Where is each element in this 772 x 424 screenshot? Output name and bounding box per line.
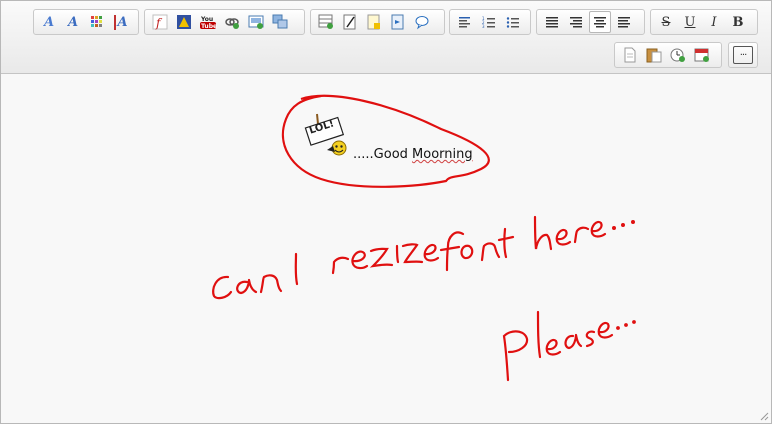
svg-text:Tube: Tube <box>201 23 217 30</box>
flash-icon[interactable]: f <box>149 11 171 33</box>
italic-button[interactable]: I <box>703 11 725 33</box>
media-tools-group: f You Tube <box>144 9 305 35</box>
align-left-icon[interactable] <box>454 11 476 33</box>
svg-text:3: 3 <box>482 24 485 29</box>
greeting-text: .....Good Moorning <box>353 147 473 162</box>
handwriting-line-1 <box>212 215 635 300</box>
table-icon[interactable] <box>315 11 337 33</box>
more-label: ··· <box>739 49 747 61</box>
edit-icon[interactable] <box>339 11 361 33</box>
list-tools-group: 123 <box>449 9 531 35</box>
paste-icon[interactable] <box>643 44 665 66</box>
note-icon[interactable] <box>363 11 385 33</box>
underline-label: U <box>684 14 696 30</box>
handwriting-overlay <box>212 94 769 421</box>
calendar-icon[interactable] <box>691 44 713 66</box>
justify-icon[interactable] <box>541 11 563 33</box>
unordered-list-icon[interactable] <box>502 11 524 33</box>
greeting-prefix: .....Good <box>353 147 413 162</box>
handwriting-line-2 <box>502 310 636 382</box>
clock-icon[interactable] <box>667 44 689 66</box>
font-style-icon[interactable]: A <box>62 11 84 33</box>
quote-icon[interactable] <box>387 11 409 33</box>
font-tools-group: A A A <box>33 9 139 35</box>
insert-tools-group <box>310 9 445 35</box>
editor-content-area[interactable]: LOL! .....Good Moorning <box>1 74 771 423</box>
warning-icon[interactable] <box>173 11 195 33</box>
bold-label: B <box>732 14 744 30</box>
editor-toolbar: A A A f You Tube 123 S U I B ··· <box>1 1 771 74</box>
color-grid-icon[interactable] <box>86 11 108 33</box>
link-icon[interactable] <box>221 11 243 33</box>
underline-button[interactable]: U <box>679 11 701 33</box>
strikethrough-label: S <box>661 14 671 30</box>
remove-format-icon[interactable]: A <box>110 11 132 33</box>
formatting-group: S U I B <box>650 9 758 35</box>
ordered-list-icon[interactable]: 123 <box>478 11 500 33</box>
lol-smiley-icon: LOL! <box>303 112 351 156</box>
rich-text-editor: A A A f You Tube 123 S U I B ··· LOL! ..… <box>0 0 772 424</box>
font-color-icon[interactable]: A <box>38 11 60 33</box>
align-right-icon[interactable] <box>565 11 587 33</box>
strikethrough-button[interactable]: S <box>655 11 677 33</box>
youtube-icon[interactable]: You Tube <box>197 11 219 33</box>
svg-text:You: You <box>200 16 213 23</box>
image-icon[interactable] <box>245 11 267 33</box>
italic-label: I <box>711 14 717 30</box>
misspelled-word: Moorning <box>412 147 473 162</box>
more-button[interactable]: ··· <box>733 46 753 64</box>
align-full-icon[interactable] <box>613 11 635 33</box>
bold-button[interactable]: B <box>727 11 749 33</box>
document-tools-group <box>614 42 722 68</box>
more-group: ··· <box>728 42 758 68</box>
resize-grip-icon <box>760 412 769 421</box>
comment-icon[interactable] <box>411 11 433 33</box>
new-document-icon[interactable] <box>619 44 641 66</box>
alignment-group <box>536 9 645 35</box>
align-center-icon[interactable] <box>589 11 611 33</box>
media-icon[interactable] <box>269 11 291 33</box>
